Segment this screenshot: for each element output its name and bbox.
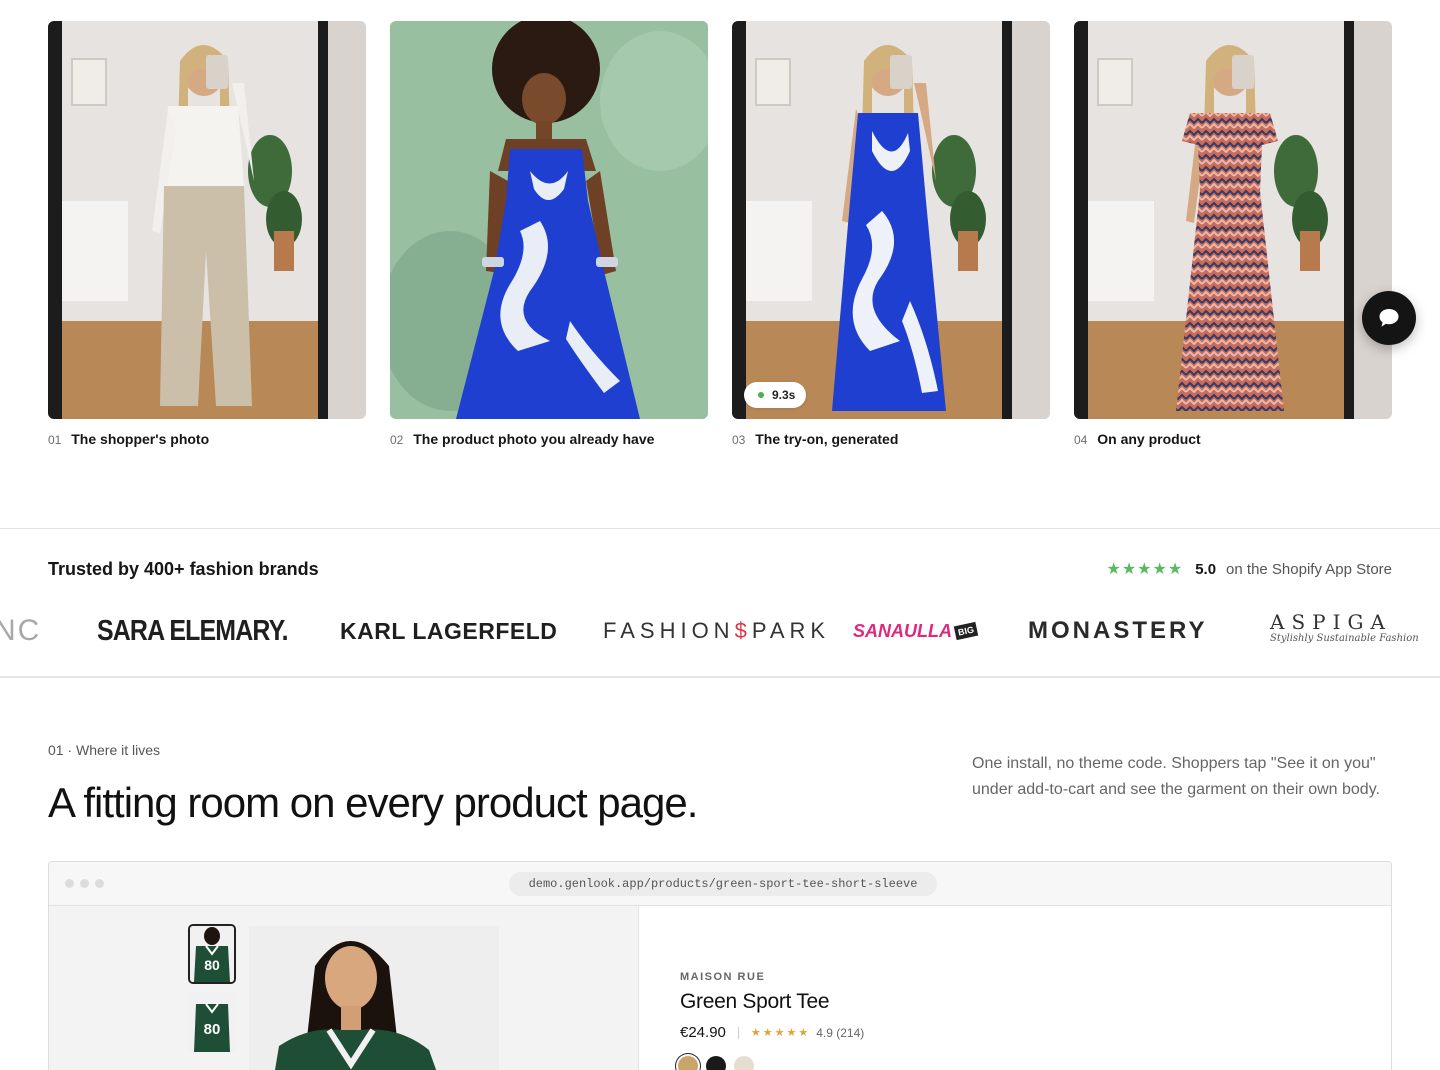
product-gallery: 80 80 <box>49 906 639 1070</box>
step-title: The try-on, generated <box>755 431 899 447</box>
trusted-title: Trusted by 400+ fashion brands <box>48 559 319 579</box>
any-product-photo <box>1074 21 1392 419</box>
gallery-thumbnail-2[interactable]: 80 <box>188 992 236 1052</box>
window-dot-icon <box>95 879 104 888</box>
showcase-caption: 02 The product photo you already have <box>390 431 708 447</box>
step-number: 03 <box>732 433 746 447</box>
status-dot-icon <box>758 392 764 398</box>
showcase-card-any-product[interactable]: 04 On any product <box>1074 21 1392 451</box>
fashion-park-word-2: PARK <box>751 618 831 643</box>
divider <box>737 1026 739 1039</box>
showcase-card-product-photo[interactable]: 02 The product photo you already have <box>390 21 708 451</box>
step-number: 04 <box>1074 433 1088 447</box>
window-dot-icon <box>65 879 74 888</box>
generation-time-badge: 9.3s <box>744 382 807 408</box>
window-controls <box>65 879 104 888</box>
jersey-number: 80 <box>204 957 220 973</box>
brand-logo-strip: NC SARA ELEMARY. KARL LAGERFELD FASHION $… <box>0 611 1440 651</box>
brand-logo-aspiga: ASPIGA Stylishly Sustainable Fashion <box>1270 611 1419 651</box>
brand-logo-sara-elemary: SARA ELEMARY. <box>97 614 289 647</box>
rating-source: on the Shopify App Store <box>1226 560 1392 578</box>
showcase-caption: 03 The try-on, generated <box>732 431 1050 447</box>
sanaulla-tag: BIG <box>953 621 979 641</box>
review-summary[interactable]: 4.9 (214) <box>816 1026 864 1040</box>
chat-launcher-button[interactable] <box>1362 291 1416 345</box>
section-eyebrow: 01 · Where it lives <box>48 742 161 758</box>
brand-logo-monastery: MONASTERY <box>1028 617 1208 644</box>
brand-logo-karl-lagerfeld: KARL LAGERFELD <box>340 617 558 644</box>
product-price: €24.90 <box>680 1024 726 1041</box>
brand-logo-fashion-park: FASHION $ PARK <box>603 611 830 651</box>
step-number: 01 <box>48 433 62 447</box>
fashion-park-word-1: FASHION <box>603 618 735 643</box>
showcase-caption: 04 On any product <box>1074 431 1392 447</box>
tryon-result-photo: 9.3s <box>732 21 1050 419</box>
step-title: The shopper's photo <box>71 431 210 447</box>
shopper-photo <box>48 21 366 419</box>
showcase-card-shopper-photo[interactable]: 01 The shopper's photo <box>48 21 366 451</box>
showcase-caption: 01 The shopper's photo <box>48 431 366 447</box>
rating-stars-icon: ★★★★★ <box>1106 561 1184 578</box>
jersey-number: 80 <box>204 1021 221 1038</box>
fashion-park-separator: $ <box>734 618 752 643</box>
generation-time: 9.3s <box>772 388 796 402</box>
step-number: 02 <box>390 433 404 447</box>
trusted-brands-band: Trusted by 400+ fashion brands ★★★★★ 5.0… <box>0 528 1440 678</box>
color-swatch[interactable] <box>734 1056 754 1070</box>
demo-browser-window: demo.genlook.app/products/green-sport-te… <box>48 861 1392 1070</box>
color-swatch[interactable] <box>706 1056 726 1070</box>
address-bar[interactable]: demo.genlook.app/products/green-sport-te… <box>509 872 937 896</box>
sanaulla-word: SANAULLA <box>853 620 952 641</box>
price-rating-row: €24.90 ★★★★★ 4.9 (214) <box>680 1024 864 1041</box>
section-intro: One install, no theme code. Shoppers tap… <box>972 755 1380 798</box>
product-main-image <box>249 926 499 1070</box>
step-title: The product photo you already have <box>413 431 655 447</box>
aspiga-tagline: Stylishly Sustainable Fashion <box>1270 633 1419 644</box>
aspiga-word: ASPIGA <box>1270 610 1392 634</box>
brand-logo-sanaulla: SANAULLA BIG <box>853 611 979 651</box>
review-stars-icon: ★★★★★ <box>750 1027 811 1039</box>
color-swatch[interactable] <box>678 1056 698 1070</box>
chat-bubble-icon <box>1379 309 1399 327</box>
step-title: On any product <box>1097 431 1201 447</box>
app-store-rating[interactable]: ★★★★★ 5.0 on the Shopify App Store <box>1106 559 1392 579</box>
product-title: Green Sport Tee <box>680 990 830 1013</box>
section-headline: A fitting room on every product page. <box>48 779 698 826</box>
window-dot-icon <box>80 879 89 888</box>
product-photo <box>390 21 708 419</box>
tryon-showcase: 01 The shopper's photo 02 The product ph… <box>48 21 1392 451</box>
brand-logo-partial: NC <box>0 614 42 647</box>
showcase-card-generated-tryon[interactable]: 9.3s 03 The try-on, generated <box>732 21 1050 451</box>
product-brand[interactable]: MAISON RUE <box>680 971 765 983</box>
gallery-thumbnail-1[interactable]: 80 <box>188 924 236 984</box>
rating-score: 5.0 <box>1195 560 1217 578</box>
color-swatches <box>678 1056 754 1070</box>
browser-toolbar: demo.genlook.app/products/green-sport-te… <box>49 862 1391 906</box>
